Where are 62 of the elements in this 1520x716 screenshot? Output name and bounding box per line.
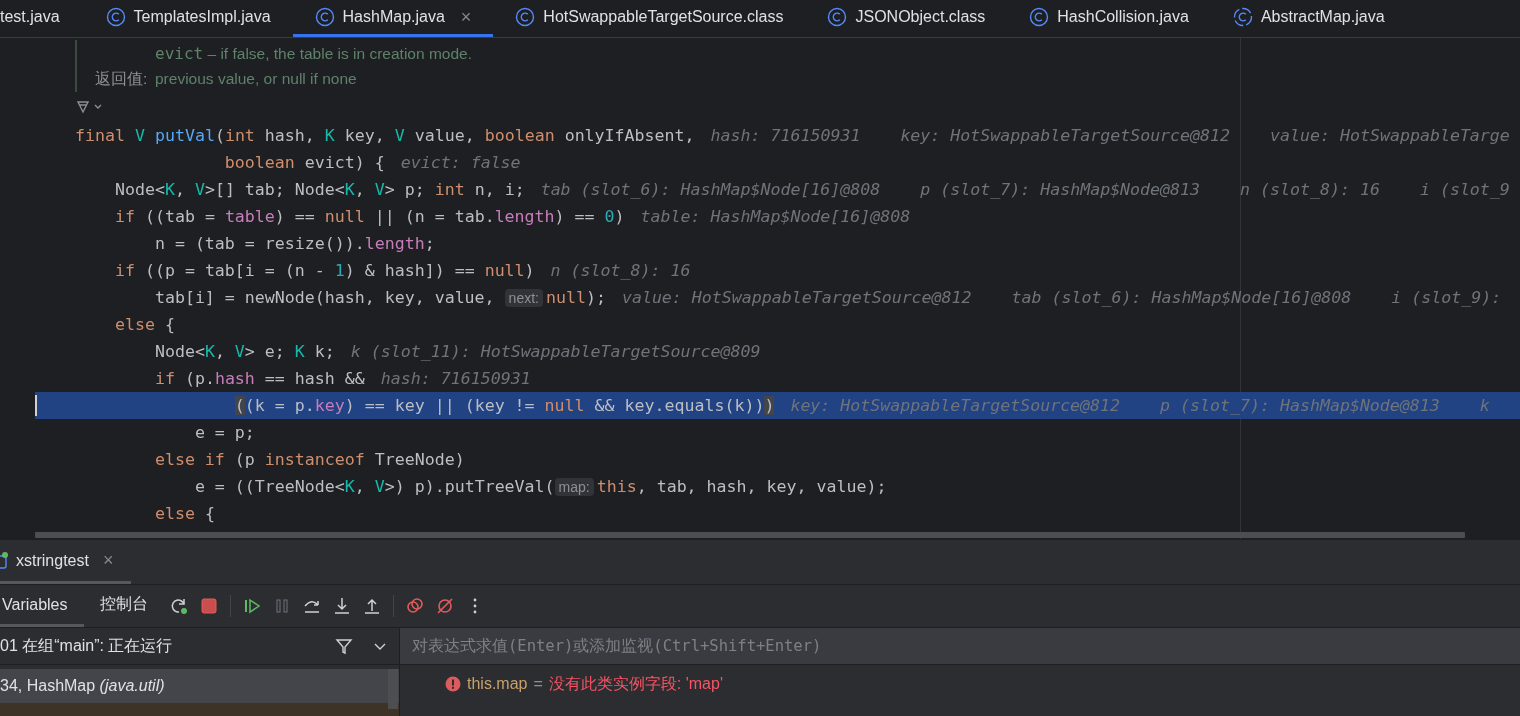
debug-value-hint: n (slot_8): 16 xyxy=(550,261,691,280)
debug-value-hint: n (slot_8): 16 xyxy=(1240,180,1380,199)
variable-name: this.map xyxy=(467,675,528,693)
doc-label: 返回值: xyxy=(95,68,149,89)
tab-label: HotSwappableTargetSource.class xyxy=(543,8,784,26)
doc-text: evict – if false, the table is in creation mode. xyxy=(155,43,472,63)
editor-tab[interactable]: AbstractMap.java xyxy=(1210,0,1407,37)
debug-value-hint: key: HotSwappableTargetSource@812 xyxy=(790,396,1121,415)
code-text: else { xyxy=(153,504,215,523)
code-text: e = ((TreeNode<K, V>) p).putTreeVal( map: this, tab, hash, key, value); xyxy=(193,477,887,496)
debug-value-hint: i (slot_9 xyxy=(1419,180,1510,199)
debug-value-hint: p (slot_7): HashMap$Node@813 xyxy=(1160,396,1440,415)
thread-status: 01 在组“main”: 正在运行 xyxy=(0,635,174,656)
close-button[interactable]: × xyxy=(102,550,114,571)
debug-value-hint: tab (slot_6): HashMap$Node[16]@808 xyxy=(1011,288,1352,307)
editor-tab[interactable]: HashCollision.java xyxy=(1007,0,1211,37)
panel-tab[interactable]: Variables xyxy=(0,585,84,627)
debug-value-hint: value: HotSwappableTarge xyxy=(1270,126,1510,145)
close-button[interactable]: × xyxy=(460,6,472,28)
session-tab[interactable]: xstringtest × xyxy=(0,540,132,584)
editor-tab[interactable]: HashMap.java × xyxy=(292,0,494,37)
code-text: else if (p instanceof TreeNode) xyxy=(153,450,465,469)
debug-value-hint: hash: 716150931 xyxy=(710,126,861,145)
session-label: xstringtest xyxy=(16,551,89,570)
tab-label: TemplatesImpl.java xyxy=(133,8,271,26)
doc-text: previous value, or null if none xyxy=(155,70,357,88)
editor-tab[interactable]: TemplatesImpl.java xyxy=(83,0,293,37)
equals-sign: = xyxy=(533,675,543,693)
code-text: Node<K, V> e; K k; xyxy=(153,342,335,361)
tab-label: test.java xyxy=(0,8,60,26)
code-text: if (p.hash == hash && xyxy=(153,369,365,388)
code-text: if ((p = tab[i = (n - 1) & hash]) == null) xyxy=(113,261,535,280)
editor-tab[interactable]: JSONObject.class xyxy=(805,0,1008,37)
panel-tab[interactable]: 控制台 xyxy=(83,585,164,627)
code-text: final V putVal(int hash, K key, V value, boolean onlyIfAbsent, xyxy=(75,126,695,145)
debug-value-hint: i (slot_9): xyxy=(1391,288,1502,307)
debug-value-hint: k xyxy=(1479,396,1490,415)
code-text: tab[i] = newNode(hash, key, value, next: null); xyxy=(153,288,606,307)
tab-label: HashMap.java xyxy=(342,8,445,26)
debug-value-hint: table: HashMap$Node[16]@808 xyxy=(640,207,911,226)
code-text: Node<K, V>[] tab; Node<K, V> p; int n, i; xyxy=(113,180,525,199)
debug-value-hint: tab (slot_6): HashMap$Node[16]@808 xyxy=(540,180,881,199)
editor-tab[interactable]: test.java xyxy=(0,0,84,37)
tab-label: HashCollision.java xyxy=(1057,8,1189,26)
variable-value: 没有此类实例字段: 'map' xyxy=(548,673,723,694)
code-text: e = p; xyxy=(193,423,255,442)
debug-value-hint: evict: false xyxy=(400,153,521,172)
editor-tab[interactable]: HotSwappableTargetSource.class xyxy=(493,0,806,37)
debug-value-hint: k (slot_11): HotSwappableTargetSource@809 xyxy=(350,342,761,361)
debug-value-hint: key: HotSwappableTargetSource@812 xyxy=(900,126,1231,145)
code-text: else { xyxy=(113,315,175,334)
evaluate-field[interactable]: 对表达式求值(Enter)或添加监视(Ctrl+Shift+Enter) xyxy=(400,628,1520,665)
debug-value-hint: hash: 716150931 xyxy=(380,369,531,388)
code-text: boolean evict) { xyxy=(223,153,385,172)
code-text: if ((tab = table) == null || (n = tab.length) == 0) xyxy=(113,207,625,226)
debug-value-hint: value: HotSwappableTargetSource@812 xyxy=(621,288,972,307)
code-text: n = (tab = resize()).length; xyxy=(153,234,435,253)
tab-label: AbstractMap.java xyxy=(1260,8,1385,26)
tab-label: JSONObject.class xyxy=(855,8,986,26)
stack-frame[interactable]: 34, HashMap (java.util) xyxy=(0,669,399,703)
code-text: ((k = p.key) == key || (key != null && key.equals(k))) xyxy=(233,396,775,415)
debug-value-hint: p (slot_7): HashMap$Node@813 xyxy=(920,180,1201,199)
